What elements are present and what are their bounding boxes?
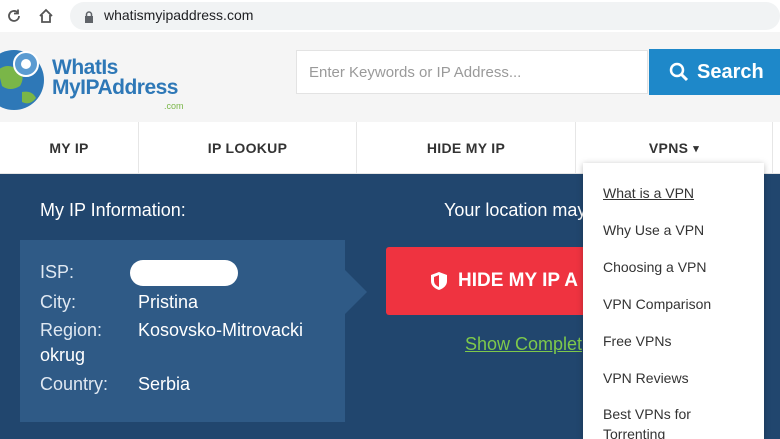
search-input[interactable]: Enter Keywords or IP Address... [296,50,648,94]
vpn-dropdown-menu: What is a VPN Why Use a VPN Choosing a V… [583,163,764,439]
logo-line2: MyIPAddress [52,76,179,99]
nav-hide-my-ip[interactable]: HIDE MY IP [357,122,575,174]
search-button-label: Search [697,60,764,83]
logo-text: WhatIs MyIPAddress .com [52,57,184,111]
menu-item-choosing-a-vpn[interactable]: Choosing a VPN [603,257,753,277]
isp-label: ISP: [40,262,75,282]
show-complete-link[interactable]: Show Complet [465,334,582,355]
nav-divider [772,122,773,174]
globe-icon [0,50,44,110]
search-button[interactable]: Search [649,49,780,95]
home-icon[interactable] [36,6,56,26]
nav-my-ip[interactable]: MY IP [0,122,138,174]
url-text: whatismyipaddress.com [104,7,254,23]
isp-redacted [130,260,238,286]
country-value: Serbia [138,374,191,394]
site-logo[interactable]: WhatIs MyIPAddress .com [0,40,200,114]
menu-item-vpn-reviews[interactable]: VPN Reviews [603,368,753,388]
site-header: WhatIs MyIPAddress .com Enter Keywords o… [0,32,780,122]
shield-icon [431,272,447,290]
location-text: Your location may [444,200,587,220]
search-icon [669,62,689,82]
hide-my-ip-label: HIDE MY IP A [458,270,579,291]
country-label: Country: [40,374,109,394]
nav-vpns-label: VPNS [648,140,689,156]
city-label: City: [40,292,76,312]
region-value-cont: okrug [40,345,86,365]
menu-item-free-vpns[interactable]: Free VPNs [603,331,753,351]
reload-icon[interactable] [4,6,24,26]
region-label: Region: [40,320,103,340]
menu-item-why-use-a-vpn[interactable]: Why Use a VPN [603,220,753,240]
section-title: My IP Information: [40,200,186,220]
address-bar[interactable]: whatismyipaddress.com [70,2,780,30]
menu-item-vpn-comparison[interactable]: VPN Comparison [603,294,753,314]
hide-my-ip-button[interactable]: HIDE MY IP A [386,247,616,315]
menu-item-what-is-a-vpn[interactable]: What is a VPN [603,183,753,203]
region-value: Kosovsko-Mitrovacki [138,320,304,340]
lock-icon [84,10,94,28]
search-placeholder: Enter Keywords or IP Address... [309,64,522,81]
logo-suffix: .com [164,101,184,111]
browser-toolbar: whatismyipaddress.com [0,0,780,32]
info-box-arrow [345,270,367,314]
menu-item-best-vpns-torrenting[interactable]: Best VPNs for Torrenting [603,404,753,439]
nav-ip-lookup[interactable]: IP LOOKUP [139,122,356,174]
city-value: Pristina [138,292,199,312]
chevron-down-icon: ▾ [693,142,700,155]
